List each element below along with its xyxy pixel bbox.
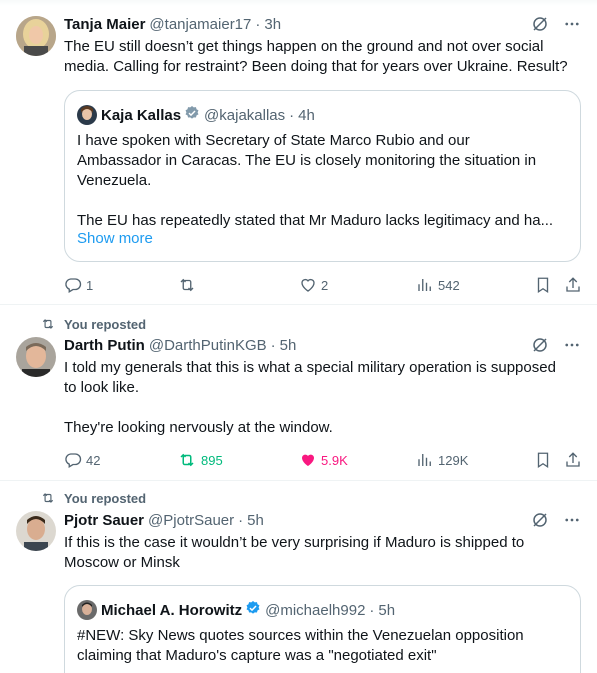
bookmark-button[interactable]: [534, 450, 552, 470]
display-name[interactable]: Darth Putin: [64, 336, 145, 356]
repost-icon: [180, 453, 194, 467]
avatar[interactable]: [16, 337, 56, 377]
reply-count: 42: [86, 452, 101, 468]
quote-timestamp: 5h: [378, 601, 396, 619]
grok-icon[interactable]: [531, 511, 549, 535]
views-count: 542: [438, 277, 460, 293]
tweet[interactable]: You reposted Pjotr Sauer @PjotrSauer · 5…: [0, 481, 597, 673]
quote-header: Kaja Kallas @kajakallas · 4h: [77, 105, 315, 125]
separator-dot: ·: [238, 512, 244, 529]
quote-text: #NEW: Sky News quotes sources within the…: [77, 627, 524, 664]
reply-count: 1: [86, 277, 94, 293]
share-icon: [566, 452, 580, 467]
tweet-header: Tanja Maier @tanjamaier17 · 3h: [64, 15, 581, 35]
views-button[interactable]: 542: [416, 275, 460, 295]
repost-button[interactable]: 895: [177, 450, 223, 470]
reply-button[interactable]: 42: [64, 450, 100, 470]
tweet-text: The EU still doesn’t get things happen o…: [64, 38, 568, 75]
reposted-label: You reposted: [64, 490, 147, 506]
like-count: 5.9K: [321, 452, 348, 468]
reply-button[interactable]: 1: [64, 275, 93, 295]
share-icon: [566, 277, 580, 292]
timestamp[interactable]: 5h: [247, 511, 264, 531]
share-button[interactable]: [564, 275, 582, 295]
grok-icon[interactable]: [531, 336, 549, 360]
like-button[interactable]: 5.9K: [299, 450, 348, 470]
action-bar: 1 2 542: [64, 275, 581, 295]
quote-display-name: Michael A. Horowitz: [101, 601, 243, 619]
verified-icon: [245, 600, 261, 620]
separator-dot: ·: [289, 106, 295, 124]
more-icon[interactable]: [563, 336, 581, 360]
quote-header: Michael A. Horowitz @michaelh992 · 5h: [77, 600, 395, 620]
handle[interactable]: @DarthPutinKGB: [149, 336, 267, 356]
handle[interactable]: @PjotrSauer: [148, 511, 234, 531]
more-icon[interactable]: [563, 511, 581, 535]
bookmark-icon: [537, 277, 549, 294]
reposted-label: You reposted: [64, 316, 147, 332]
handle[interactable]: @tanjamaier17: [149, 15, 251, 35]
quote-timestamp: 4h: [298, 106, 315, 124]
separator-dot: ·: [270, 337, 276, 354]
quote-tweet[interactable]: Michael A. Horowitz @michaelh992 · 5h #N…: [64, 585, 581, 673]
like-button[interactable]: 2: [299, 275, 328, 295]
quote-display-name: Kaja Kallas: [101, 106, 182, 124]
repost-icon: [42, 319, 54, 329]
reply-icon: [65, 278, 82, 293]
quote-handle: @michaelh992: [265, 601, 366, 619]
separator-dot: ·: [255, 16, 261, 33]
timestamp[interactable]: 5h: [280, 336, 297, 356]
views-count: 129K: [438, 452, 469, 468]
quote-text: I have spoken with Secretary of State Ma…: [77, 132, 554, 229]
repost-button[interactable]: [177, 275, 201, 295]
tweet-text: If this is the case it wouldn’t be very …: [64, 534, 525, 571]
more-icon[interactable]: [563, 15, 581, 39]
grok-icon[interactable]: [531, 15, 549, 39]
avatar[interactable]: [16, 16, 56, 56]
tweet[interactable]: You reposted Darth Putin @DarthPutinKGB …: [0, 305, 597, 481]
top-fade: [0, 0, 597, 6]
show-more-link[interactable]: Show more: [77, 229, 153, 249]
like-count: 2: [321, 277, 329, 293]
action-bar: 42 895 5.9K 129K: [64, 450, 581, 470]
avatar[interactable]: [16, 511, 56, 551]
separator-dot: ·: [369, 601, 375, 619]
quote-avatar: [77, 600, 97, 620]
tweet-header: Pjotr Sauer @PjotrSauer · 5h: [64, 511, 581, 531]
repost-count: 895: [201, 452, 223, 468]
reposted-indicator: You reposted: [40, 490, 146, 506]
quote-avatar: [77, 105, 97, 125]
display-name[interactable]: Tanja Maier: [64, 15, 145, 35]
share-button[interactable]: [564, 450, 582, 470]
verified-icon: [184, 105, 200, 125]
repost-icon: [42, 493, 54, 503]
like-icon: [301, 278, 315, 292]
like-icon: [302, 454, 314, 466]
repost-icon: [180, 278, 194, 292]
reposted-indicator: You reposted: [40, 316, 146, 332]
views-icon: [418, 454, 431, 466]
tweet-text: I told my generals that this is what a s…: [64, 359, 556, 436]
views-button[interactable]: 129K: [416, 450, 468, 470]
timestamp[interactable]: 3h: [264, 15, 281, 35]
quote-tweet[interactable]: Kaja Kallas @kajakallas · 4h I have spok…: [64, 90, 581, 262]
bookmark-button[interactable]: [534, 275, 552, 295]
bookmark-icon: [537, 452, 549, 469]
tweet[interactable]: Tanja Maier @tanjamaier17 · 3h The EU st…: [0, 0, 597, 305]
display-name[interactable]: Pjotr Sauer: [64, 511, 144, 531]
tweet-header: Darth Putin @DarthPutinKGB · 5h: [64, 336, 581, 356]
quote-handle: @kajakallas: [204, 106, 286, 124]
reply-icon: [65, 453, 82, 468]
views-icon: [418, 279, 431, 291]
